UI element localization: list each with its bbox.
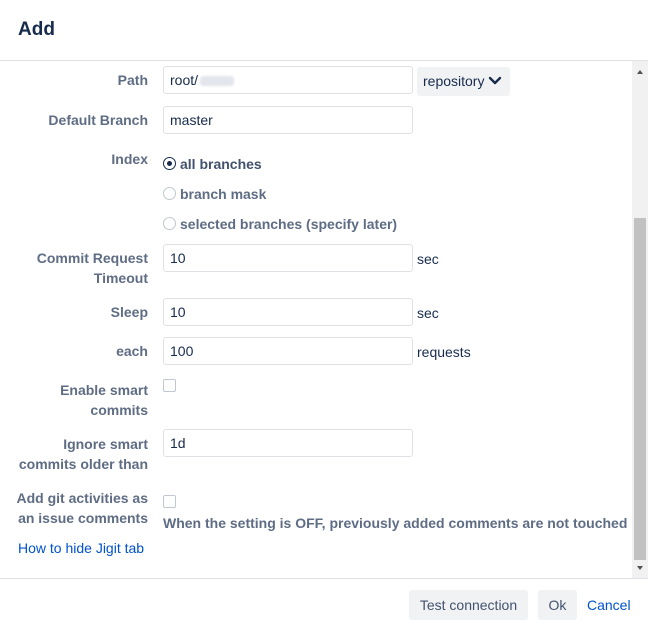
enable-smart-commits-checkbox[interactable]	[163, 379, 176, 392]
chevron-down-icon	[488, 67, 502, 96]
dialog-title: Add	[18, 19, 55, 40]
radio-selected-branches-label: selected branches (specify later)	[180, 216, 398, 232]
sleep-unit: sec	[417, 305, 439, 321]
path-label: Path	[117, 72, 148, 88]
dialog-content: Path root/ repository Default Branch mas…	[0, 61, 648, 578]
commit-timeout-input[interactable]: 10	[163, 244, 413, 272]
radio-all-branches[interactable]	[163, 157, 176, 170]
how-to-hide-jigit-tab-link[interactable]: How to hide Jigit tab	[18, 540, 144, 556]
arrow-up-icon[interactable]	[632, 65, 648, 77]
each-label: each	[116, 343, 148, 359]
commit-timeout-unit: sec	[417, 251, 439, 267]
dialog-header: Add	[0, 0, 648, 61]
index-label: Index	[111, 151, 148, 167]
git-activities-label-line2: an issue comments	[18, 510, 148, 526]
path-type-select[interactable]: repository	[417, 67, 510, 96]
radio-selected-branches[interactable]	[163, 217, 176, 230]
radio-branch-mask-label: branch mask	[180, 186, 267, 202]
dialog-footer: Test connection Ok Cancel	[0, 578, 648, 631]
git-activities-note: When the setting is OFF, previously adde…	[163, 515, 628, 531]
path-value: root/	[170, 72, 199, 88]
add-dialog: Add Path root/ repository Default Branch…	[0, 0, 648, 631]
sleep-input[interactable]: 10	[163, 298, 413, 326]
arrow-down-icon[interactable]	[632, 561, 648, 573]
path-type-value: repository	[423, 73, 485, 89]
scrollbar[interactable]	[632, 61, 648, 578]
ignore-smart-label-line1: Ignore smart	[63, 436, 148, 452]
ok-button[interactable]: Ok	[538, 590, 577, 620]
git-activities-label-line1: Add git activities as	[16, 490, 148, 506]
ignore-smart-input[interactable]: 1d	[163, 429, 413, 457]
commit-timeout-label-line1: Commit Request	[36, 250, 148, 266]
commit-timeout-label-line2: Timeout	[93, 270, 148, 286]
default-branch-label: Default Branch	[48, 112, 148, 128]
cancel-button[interactable]: Cancel	[587, 597, 631, 613]
each-input[interactable]: 100	[163, 337, 413, 365]
smart-commits-label-line2: commits	[90, 402, 148, 418]
add-git-activities-checkbox[interactable]	[163, 495, 176, 508]
radio-all-branches-label: all branches	[180, 156, 262, 172]
smart-commits-label-line1: Enable smart	[60, 382, 148, 398]
path-input[interactable]: root/	[163, 66, 413, 94]
scrollbar-thumb[interactable]	[634, 218, 646, 560]
test-connection-button[interactable]: Test connection	[409, 590, 528, 620]
redacted-path-segment	[200, 76, 235, 87]
each-unit: requests	[417, 344, 471, 360]
sleep-label: Sleep	[110, 304, 148, 320]
ignore-smart-label-line2: commits older than	[18, 456, 148, 472]
radio-branch-mask[interactable]	[163, 187, 176, 200]
default-branch-input[interactable]: master	[163, 106, 413, 134]
